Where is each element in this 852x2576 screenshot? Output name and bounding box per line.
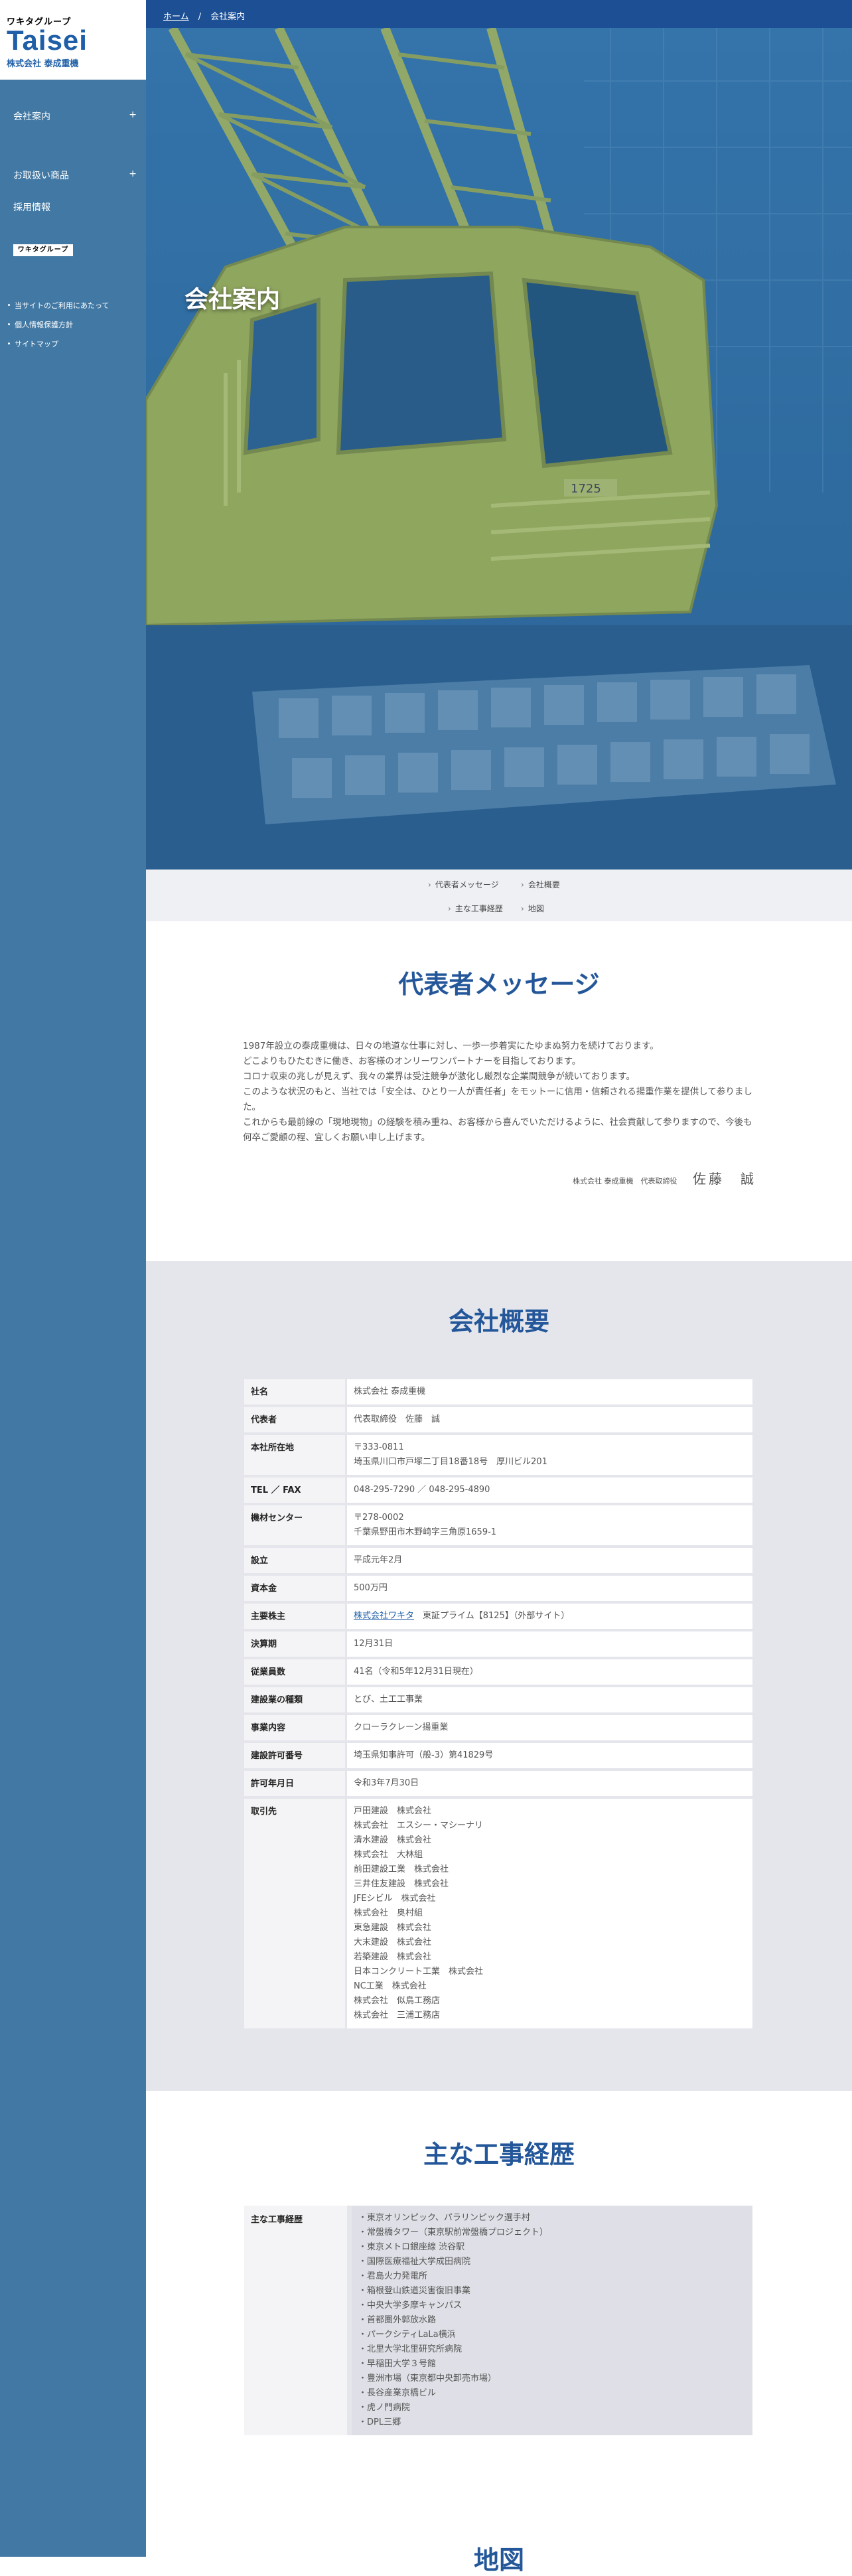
- anchor-overview[interactable]: 会社概要: [521, 879, 560, 890]
- anchor-links: 代表者メッセージ 会社概要 主な工事経歴 地図: [146, 870, 852, 921]
- logo-company: 株式会社 泰成重機: [7, 59, 79, 69]
- table-row: 建設許可番号 埼玉県知事許可（般-3）第41829号: [244, 1743, 752, 1768]
- page-title: 会社案内: [184, 286, 281, 313]
- signature-name: 佐藤 誠: [693, 1171, 756, 1187]
- works-title: 主な工事経歴: [423, 2140, 575, 2169]
- anchor-works[interactable]: 主な工事経歴: [448, 903, 503, 914]
- table-row: 本社所在地 〒333-0811 埼玉県川口市戸塚二丁目18番18号 厚川ビル201: [244, 1435, 752, 1475]
- table-row: 主要株主 株式会社ワキタ 東証プライム【8125】（外部サイト）: [244, 1604, 752, 1629]
- hero-image: 1725 会社案内: [146, 28, 852, 870]
- map-title: 地図: [473, 2545, 524, 2575]
- list-item: ・常盤橋タワー（東京駅前常盤橋プロジェクト）: [358, 2228, 549, 2237]
- table-row: 設立 平成元年2月: [244, 1548, 752, 1573]
- table-row: 従業員数 41名（令和5年12月31日現在）: [244, 1659, 752, 1685]
- signature-title: 株式会社 泰成重機 代表取締役: [573, 1177, 677, 1185]
- works-label: 主な工事経歴: [244, 2206, 347, 2435]
- overview-title: 会社概要: [448, 1307, 549, 1336]
- shareholder-link[interactable]: 株式会社ワキタ: [354, 1611, 414, 1621]
- link-privacy-policy[interactable]: 個人情報保護方針: [8, 319, 73, 330]
- nav-item-company[interactable]: 会社案内 +: [0, 110, 146, 123]
- message-paragraph: 1987年設立の泰成重機は、日々の地道な仕事に対し、一歩一歩着実にたゆまぬ努力を…: [243, 1041, 659, 1051]
- message-paragraph: どこよりもひたむきに働き、お客様のオンリーワンパートナーを目指しております。: [243, 1056, 581, 1067]
- site-logo[interactable]: ワキタグループ Taisei 株式会社 泰成重機: [0, 0, 146, 80]
- works-table: 主な工事経歴 ・東京オリンピック、パラリンピック選手村 ・常盤橋タワー（東京駅前…: [244, 2206, 752, 2435]
- table-row: 事業内容 クローラクレーン揚重業: [244, 1715, 752, 1740]
- list-item: ・北里大学北里研究所病院: [358, 2344, 462, 2354]
- message-paragraph: コロナ収束の兆しが見えず、我々の業界は受注競争が激化し厳烈な企業間競争が続いてお…: [243, 1071, 635, 1082]
- nav-item-label: 会社案内: [13, 112, 50, 122]
- message-title: 代表者メッセージ: [398, 970, 600, 999]
- table-row: 代表者 代表取締役 佐藤 誠: [244, 1407, 752, 1432]
- list-item: ・首都圏外郭放水路: [358, 2315, 437, 2325]
- list-item: ・虎ノ門病院: [358, 2403, 411, 2413]
- anchor-message[interactable]: 代表者メッセージ: [428, 879, 499, 890]
- table-row: 取引先 戸田建設 株式会社 株式会社 エスシー・マシーナリ 清水建設 株式会社 株…: [244, 1799, 752, 2028]
- message-paragraph: これからも最前線の「現地現物」の経験を積み重ね、お客様から喜んでいただけるように…: [243, 1117, 752, 1143]
- list-item: ・パークシティLaLa横浜: [358, 2330, 456, 2340]
- list-item: ・箱根登山鉄道災害復旧事業: [358, 2286, 471, 2296]
- breadcrumb-current: 会社案内: [210, 12, 246, 22]
- logo-brand: Taisei: [7, 25, 88, 56]
- nav-item-label: お取扱い商品: [13, 171, 69, 181]
- list-item: ・国際医療福祉大学成田病院: [358, 2257, 471, 2267]
- list-item: ・長谷産業京橋ビル: [358, 2388, 437, 2398]
- list-item: ・中央大学多摩キャンパス: [358, 2301, 462, 2311]
- table-row: 機材センター 〒278-0002 千葉県野田市木野崎字三角原1659-1: [244, 1505, 752, 1545]
- table-row: TEL ／ FAX 048-295-7290 ／ 048-295-4890: [244, 1477, 752, 1503]
- list-item: ・東京オリンピック、パラリンピック選手村: [358, 2213, 530, 2223]
- wakita-group-banner[interactable]: ワキタグループ: [13, 244, 73, 256]
- message-body: 1987年設立の泰成重機は、日々の地道な仕事に対し、一歩一歩着実にたゆまぬ努力を…: [243, 1039, 754, 1146]
- list-item: ・早稲田大学３号館: [358, 2359, 437, 2369]
- list-item: ・DPL三郷: [358, 2417, 401, 2427]
- nav-item-label: 採用情報: [13, 202, 50, 213]
- link-site-terms[interactable]: 当サイトのご利用にあたって: [7, 300, 109, 311]
- breadcrumb-separator: /: [198, 12, 202, 22]
- anchor-map[interactable]: 地図: [521, 903, 544, 914]
- shareholder-detail: 東証プライム【8125】（外部サイト）: [414, 1611, 570, 1621]
- table-row: 資本金 500万円: [244, 1576, 752, 1601]
- list-item: ・東京メトロ銀座線 渋谷駅: [358, 2242, 465, 2252]
- breadcrumb: ホーム / 会社案内: [146, 0, 852, 28]
- expand-plus-icon[interactable]: +: [129, 110, 137, 120]
- list-item: ・君島火力発電所: [358, 2271, 428, 2281]
- expand-plus-icon[interactable]: +: [129, 169, 137, 179]
- sidebar: ワキタグループ Taisei 株式会社 泰成重機 会社案内 + お取扱い商品 +…: [0, 0, 146, 2557]
- table-row: 決算期 12月31日: [244, 1631, 752, 1657]
- link-sitemap[interactable]: サイトマップ: [8, 339, 58, 349]
- crane-photo: 1725: [146, 28, 852, 870]
- company-info-table: 社名 株式会社 泰成重機 代表者 代表取締役 佐藤 誠 本社所在地 〒333-0811…: [244, 1377, 752, 2031]
- table-row: 建設業の種類 とび、土工工事業: [244, 1687, 752, 1712]
- nav-item-recruit[interactable]: 採用情報: [0, 200, 146, 214]
- works-list: ・東京オリンピック、パラリンピック選手村 ・常盤橋タワー（東京駅前常盤橋プロジェ…: [352, 2206, 752, 2435]
- table-row: 許可年月日 令和3年7月30日: [244, 1771, 752, 1796]
- table-row: 社名 株式会社 泰成重機: [244, 1379, 752, 1404]
- message-paragraph: このような状況のもと、当社では「安全は、ひとり一人が責任者」をモットーに信用・信…: [243, 1087, 752, 1112]
- nav-item-products[interactable]: お取扱い商品 +: [0, 169, 146, 182]
- message-signature: 株式会社 泰成重機 代表取締役 佐藤 誠: [571, 1168, 756, 1187]
- breadcrumb-home-link[interactable]: ホーム: [163, 12, 189, 22]
- list-item: ・豊洲市場（東京都中央卸売市場）: [358, 2374, 497, 2384]
